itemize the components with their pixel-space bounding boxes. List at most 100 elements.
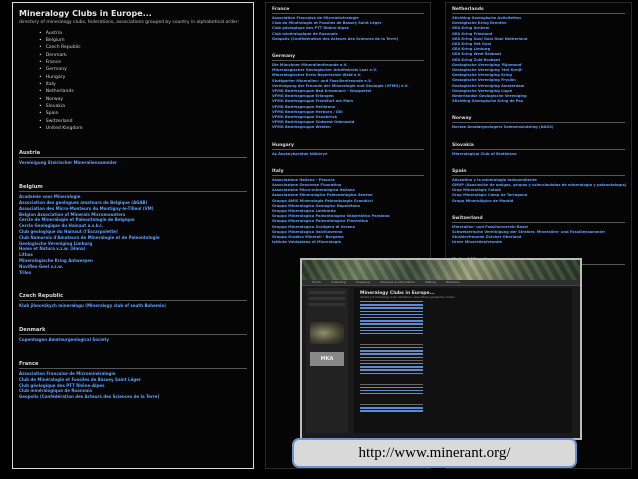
country-link[interactable]: Spain (39, 110, 247, 117)
country-section: Germany Die Münchner Mineralienfreunde e.… (272, 54, 424, 131)
country-link[interactable]: France (39, 59, 247, 66)
country-link[interactable]: Austria (39, 30, 247, 37)
thumbnail-text-line (360, 389, 423, 392)
club-link[interactable]: VFMG Bezirksgruppe Weiden (272, 125, 424, 130)
thumbnail-logo: MKA (310, 352, 344, 366)
thumbnail-nav-item[interactable]: Members (446, 280, 460, 285)
thumbnail-nav-item[interactable]: Home (312, 280, 321, 285)
country-link[interactable]: Germany (39, 66, 247, 73)
middle-sections: France Association Francaise de Microminé… (266, 3, 430, 250)
country-link[interactable]: Czech Republic (39, 44, 247, 51)
section-divider (452, 122, 625, 124)
section-divider (19, 157, 247, 159)
thumbnail-nav-item[interactable]: Collecting (331, 280, 346, 285)
country-link[interactable]: Hungary (39, 74, 247, 81)
thumbnail-text-line (360, 366, 423, 368)
directory-title: Mineralogy Clubs in Europe... (19, 9, 152, 18)
thumbnail-text-line (360, 332, 423, 335)
thumbnail-text-line (360, 350, 423, 352)
thumbnail-nav-item[interactable]: Mailing (425, 280, 436, 285)
section-title: Denmark (19, 327, 46, 334)
thumbnail-text-line (360, 316, 423, 319)
country-link[interactable]: United Kingdom (39, 125, 247, 132)
thumbnail-text-line (360, 301, 423, 303)
thumbnail-text-line (360, 320, 423, 322)
thumbnail-text-line (360, 347, 423, 349)
thumbnail-nav: Home Collecting Shopping Schemes & Informat… (302, 280, 580, 286)
section-title: Hungary (272, 142, 295, 148)
country-section: Czech Republic Klub jihoceskych mineralog… (19, 293, 247, 309)
country-link[interactable]: Belgium (39, 37, 247, 44)
section-divider (19, 367, 247, 369)
club-link[interactable]: Geopolis (Confédération des Acteurs des … (19, 394, 247, 400)
thumbnail-main: Mineralogy Clubs in Europe... directory … (354, 288, 572, 433)
thumbnail-text-line (360, 404, 423, 406)
directory-subtitle: directory of mineralogy clubs, federatio… (19, 20, 239, 25)
club-link[interactable]: Trilex (19, 270, 247, 276)
thumbnail-text-line (360, 329, 423, 332)
thumbnail-mineral-image (310, 322, 344, 344)
thumbnail-text-line (360, 393, 423, 395)
section-title: Spain (452, 168, 467, 174)
section-title: Switzerland (452, 215, 483, 221)
thumbnail-text-line (360, 383, 423, 385)
section-divider (19, 334, 247, 336)
country-link[interactable]: Netherlands (39, 88, 247, 95)
club-link[interactable]: Copenhagen Amateurgeological Society (19, 337, 247, 343)
section-divider (19, 191, 247, 193)
section-title: Belgium (19, 184, 43, 191)
website-thumbnail: Home Collecting Shopping Schemes & Informat… (300, 258, 582, 440)
thumbnail-text-line (360, 356, 423, 358)
section-divider (452, 13, 625, 14)
club-link[interactable]: Urner Mineralienfreunde (452, 240, 625, 245)
country-section: Spain Alicantino y la mineralogia indepen… (452, 168, 626, 204)
country-section: Denmark Copenhagen Amateurgeological Soci… (19, 327, 247, 343)
country-list: AustriaBelgiumCzech RepublicDenmarkFranc… (39, 30, 247, 133)
club-link[interactable]: Mineralogical Club of Bratislava (452, 152, 625, 157)
section-title: Italy (272, 168, 284, 174)
section-title: Netherlands (452, 7, 484, 12)
thumbnail-text-line (360, 369, 423, 371)
country-section: Belgium Academie voor Mineralogie Associat… (19, 184, 247, 275)
thumbnail-text-line (360, 307, 423, 309)
country-link[interactable]: Switzerland (39, 118, 247, 125)
section-title: Slovakia (452, 142, 474, 148)
club-link[interactable]: Grupo Mineralógico de Madrid (452, 199, 625, 204)
thumbnail-nav-item[interactable]: Shopping (356, 280, 370, 285)
left-sections: Austria Vereinigung Steirischer Mineralie… (19, 150, 247, 400)
thumbnail-text-line (360, 313, 423, 316)
thumbnail-text-line (360, 407, 423, 409)
club-link[interactable]: Az Ásványbarátok Időkörye (272, 152, 424, 157)
club-link[interactable]: Istituto Valdostano di Mineralogia (272, 240, 424, 245)
country-link[interactable]: Slovakia (39, 103, 247, 110)
country-link[interactable]: Denmark (39, 52, 247, 59)
thumbnail-nav-item[interactable]: Schemes & Information (380, 280, 415, 285)
club-link[interactable]: Norske Amatørgeologers Sammenslutning (N… (452, 125, 625, 130)
section-title: France (19, 360, 39, 367)
club-link[interactable]: Stichting Geologische Kring de Pas (452, 99, 625, 104)
club-link[interactable]: Klub jihoceskych mineralogu (Mineralogy … (19, 303, 247, 309)
left-directory-panel: Mineralogy Clubs in Europe... directory … (12, 2, 254, 469)
section-title: Czech Republic (19, 293, 64, 300)
country-section: Netherlands Stichting Geologische Activit… (452, 7, 625, 104)
country-link[interactable]: Italy (39, 81, 247, 88)
club-link[interactable]: Vereinigung Steirischer Mineraliensammle… (19, 160, 247, 166)
thumbnail-text-line (360, 310, 423, 312)
country-link[interactable]: Norway (39, 96, 247, 103)
section-divider (452, 221, 625, 223)
country-section: France Association Francaise de Microminé… (272, 7, 424, 42)
country-section: Hungary Az Ásványbarátok Időkörye (272, 143, 424, 157)
country-section: Italy Associazione Italiana - Pescara Asso… (272, 169, 424, 246)
thumbnail-text-line (360, 359, 423, 362)
club-link[interactable]: Geopolis (Confédération des Acteurs des … (272, 37, 424, 42)
thumbnail-text-line (360, 326, 423, 328)
section-title: Norway (452, 116, 472, 122)
url-caption[interactable]: http://www.minerant.org/ (358, 445, 510, 462)
thumbnail-banner-image (302, 260, 580, 280)
country-section: Norway Norske Amatørgeologers Sammenslutn… (452, 116, 625, 130)
section-divider (272, 60, 424, 62)
thumbnail-text-line (360, 372, 423, 374)
section-title: Austria (19, 150, 41, 157)
url-caption-box: http://www.minerant.org/ (292, 438, 577, 468)
country-section: Austria Vereinigung Steirischer Mineralie… (19, 150, 247, 166)
